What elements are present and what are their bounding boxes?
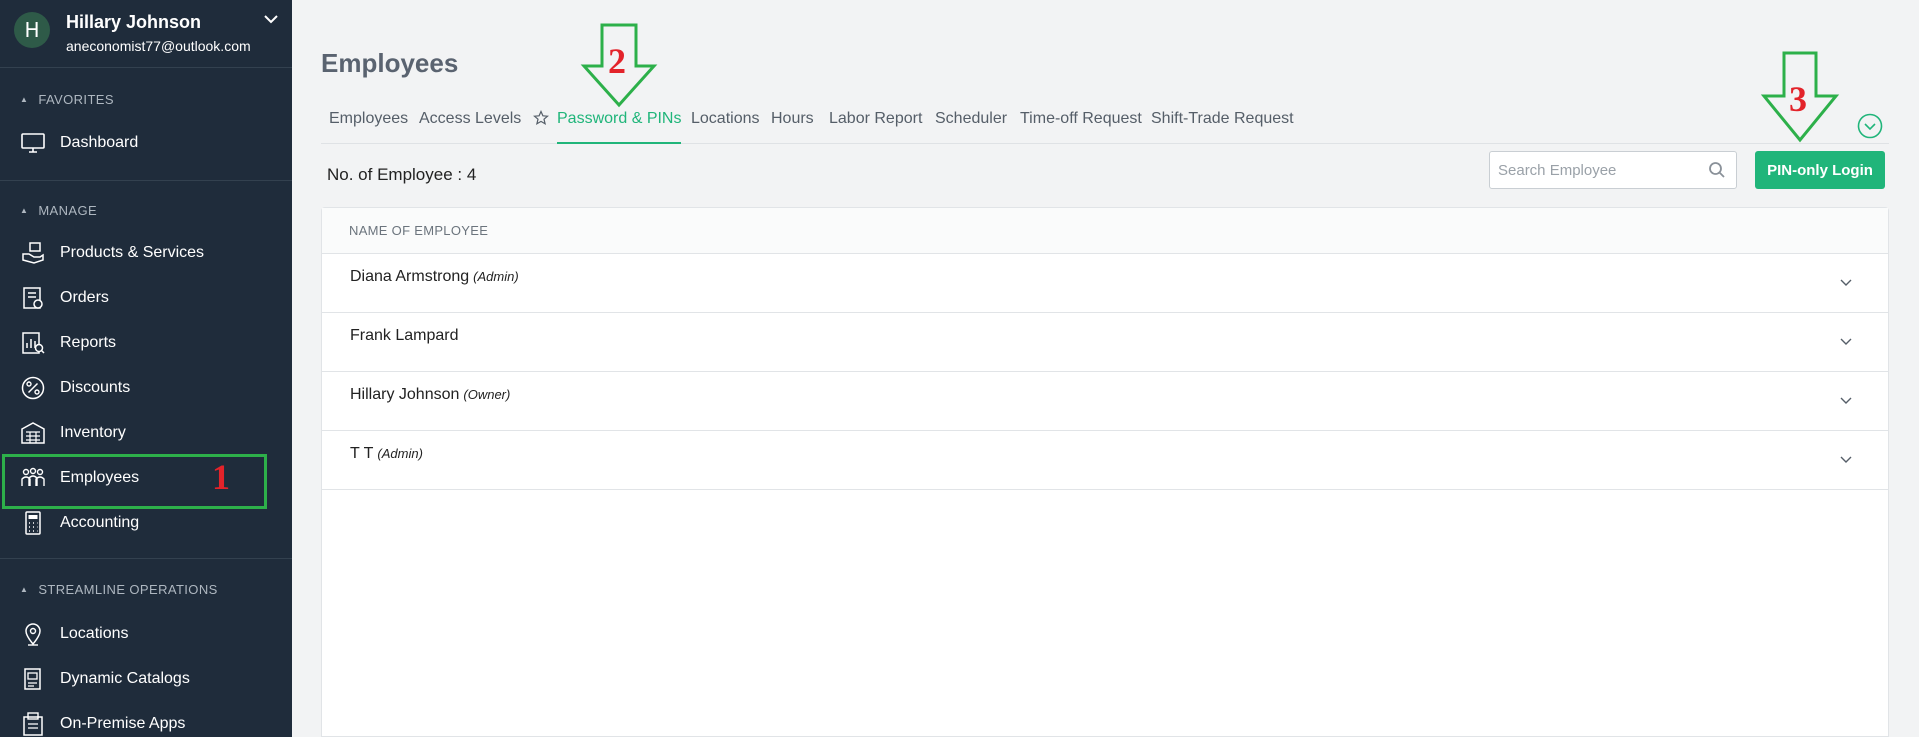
employee-name-cell: Frank Lampard [350, 327, 463, 345]
tab-employees[interactable]: Employees [329, 104, 408, 144]
chevron-circle-down-icon[interactable] [1857, 113, 1883, 139]
profile-header[interactable]: H Hillary Johnson aneconomist77@outlook.… [0, 0, 292, 68]
avatar: H [14, 12, 50, 48]
collapse-triangle-icon: ▲ [20, 95, 29, 104]
chevron-down-icon[interactable] [262, 10, 280, 28]
employee-table: NAME OF EMPLOYEE Diana Armstrong (Admin) … [321, 207, 1889, 737]
annotation-number-1: 1 [212, 457, 230, 497]
table-header: NAME OF EMPLOYEE [322, 208, 1888, 254]
star-icon[interactable] [533, 110, 549, 126]
sidebar-item-on-premise-apps[interactable]: On-Premise Apps [0, 704, 292, 737]
employee-name: Frank Lampard [350, 327, 459, 344]
products-icon [22, 242, 44, 264]
orders-icon [23, 287, 43, 309]
sidebar: H Hillary Johnson aneconomist77@outlook.… [0, 0, 292, 737]
table-row[interactable]: Hillary Johnson (Owner) [322, 372, 1888, 431]
annotation-number-2: 2 [608, 41, 626, 81]
page-title: Employees [321, 48, 459, 78]
employee-name: Diana Armstrong [350, 268, 470, 285]
inventory-icon [21, 422, 45, 444]
tab-bar: Employees Access Levels Password & PINs … [321, 104, 1889, 144]
table-row[interactable]: T T (Admin) [322, 431, 1888, 490]
profile-name: Hillary Johnson [66, 12, 202, 32]
sidebar-item-label: Dashboard [60, 134, 139, 151]
table-row[interactable]: Frank Lampard [322, 313, 1888, 372]
tab-shift-trade-request[interactable]: Shift-Trade Request [1151, 104, 1294, 144]
sidebar-item-reports[interactable]: Reports [0, 323, 292, 363]
apps-icon [23, 712, 43, 736]
sidebar-item-accounting[interactable]: Accounting [0, 503, 292, 543]
sidebar-item-label: Reports [60, 334, 117, 351]
profile-email: aneconomist77@outlook.com [66, 38, 251, 54]
sidebar-item-label: Orders [60, 289, 109, 306]
tab-scheduler[interactable]: Scheduler [935, 104, 1007, 144]
sidebar-item-label: Discounts [60, 379, 131, 396]
sidebar-item-label: Locations [60, 625, 129, 642]
employee-name: Hillary Johnson [350, 386, 460, 403]
sidebar-item-label: Products & Services [60, 244, 205, 261]
sidebar-item-products-services[interactable]: Products & Services [0, 233, 292, 273]
sidebar-item-dashboard[interactable]: Dashboard [0, 123, 292, 163]
percent-icon [21, 376, 45, 400]
search-icon[interactable] [1708, 161, 1726, 179]
chevron-down-icon[interactable] [1838, 274, 1854, 290]
sidebar-item-locations[interactable]: Locations [0, 614, 292, 654]
tab-password-pins[interactable]: Password & PINs [557, 104, 682, 144]
section-title: STREAMLINE OPERATIONS [38, 582, 218, 597]
column-header-name: NAME OF EMPLOYEE [349, 223, 489, 238]
employee-role: (Admin) [473, 269, 519, 284]
sidebar-item-orders[interactable]: Orders [0, 278, 292, 318]
sidebar-item-label: Dynamic Catalogs [60, 670, 190, 687]
monitor-icon [21, 133, 45, 153]
section-favorites[interactable]: ▲ FAVORITES [20, 92, 114, 107]
section-title: MANAGE [38, 203, 98, 218]
search-box [1489, 151, 1737, 189]
tab-locations[interactable]: Locations [691, 104, 760, 144]
employee-role: (Owner) [463, 387, 511, 402]
employee-count: No. of Employee : 4 [327, 165, 477, 184]
chevron-down-icon[interactable] [1838, 451, 1854, 467]
employee-name-cell: Hillary Johnson (Owner) [350, 386, 510, 404]
table-row[interactable]: Diana Armstrong (Admin) [322, 254, 1888, 313]
collapse-triangle-icon: ▲ [20, 585, 29, 594]
sidebar-item-inventory[interactable]: Inventory [0, 413, 292, 453]
employee-name-cell: Diana Armstrong (Admin) [350, 268, 519, 286]
divider [0, 558, 292, 559]
sidebar-item-discounts[interactable]: Discounts [0, 368, 292, 408]
search-input[interactable] [1490, 152, 1700, 188]
pin-only-login-button[interactable]: PIN-only Login [1755, 151, 1885, 189]
catalog-icon [24, 668, 41, 690]
tab-labor-report[interactable]: Labor Report [829, 104, 922, 144]
section-streamline-operations[interactable]: ▲ STREAMLINE OPERATIONS [20, 582, 218, 597]
section-title: FAVORITES [38, 92, 114, 107]
sidebar-item-dynamic-catalogs[interactable]: Dynamic Catalogs [0, 659, 292, 699]
sidebar-item-label: On-Premise Apps [60, 715, 186, 732]
employee-role: (Admin) [377, 446, 423, 461]
tab-hours[interactable]: Hours [771, 104, 814, 144]
tab-access-levels[interactable]: Access Levels [419, 104, 521, 144]
employee-name-cell: T T (Admin) [350, 445, 423, 463]
employee-name: T T [350, 445, 374, 462]
location-pin-icon [25, 623, 41, 646]
annotation-number-3: 3 [1789, 79, 1807, 119]
collapse-triangle-icon: ▲ [20, 206, 29, 215]
sidebar-item-label: Accounting [60, 514, 140, 531]
chevron-down-icon[interactable] [1838, 392, 1854, 408]
section-manage[interactable]: ▲ MANAGE [20, 203, 97, 218]
reports-icon [22, 332, 45, 354]
divider [0, 180, 292, 181]
chevron-down-icon[interactable] [1838, 333, 1854, 349]
tab-time-off-request[interactable]: Time-off Request [1020, 104, 1142, 144]
calculator-icon [25, 511, 41, 535]
sidebar-item-label: Inventory [60, 424, 126, 441]
